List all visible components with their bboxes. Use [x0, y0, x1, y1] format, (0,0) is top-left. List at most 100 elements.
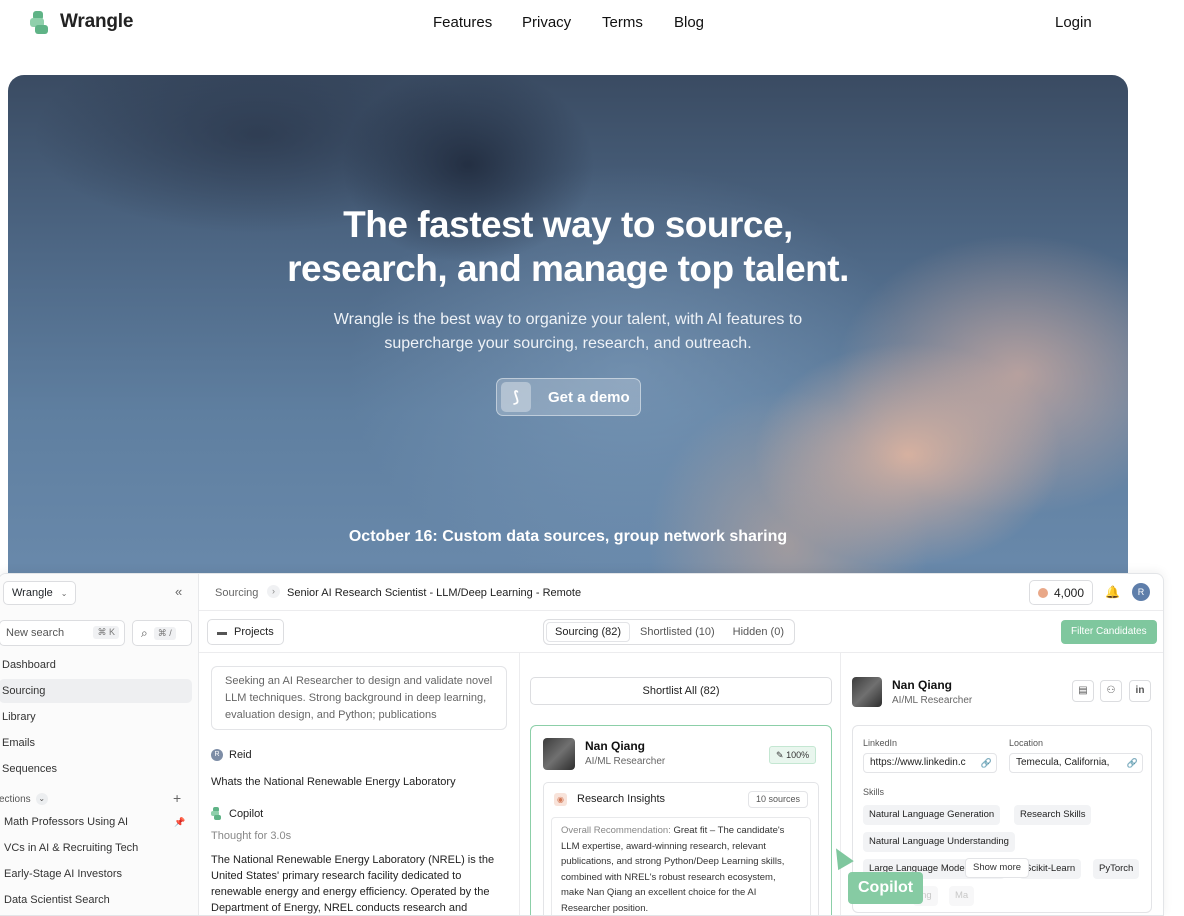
avatar[interactable]: R	[1132, 583, 1150, 601]
insights-icon: ◉	[554, 793, 567, 806]
user-name: Reid	[229, 749, 252, 761]
tab-shortlisted[interactable]: Shortlisted (10)	[632, 622, 723, 642]
collection-item[interactable]: Early-Stage AI Investors	[0, 862, 192, 886]
skill-chip: Natural Language Generation	[863, 805, 1001, 825]
linkedin-value: https://www.linkedin.c	[870, 757, 966, 768]
insights-title: Research Insights	[577, 793, 666, 805]
skill-chip: PyTorch	[1093, 859, 1140, 879]
hero-title-line-2: research, and manage top talent.	[287, 248, 849, 289]
copilot-message: The National Renewable Energy Laboratory…	[211, 854, 495, 914]
breadcrumb-sourcing[interactable]: Sourcing	[215, 587, 258, 599]
candidate-name: Nan Qiang	[585, 739, 646, 753]
get-demo-button[interactable]: ⟆ Get a demo	[496, 378, 641, 416]
projects-label: Projects	[234, 626, 274, 638]
command-search-button[interactable]: ⌕ ⌘ /	[132, 620, 192, 646]
top-nav: Wrangle Features Privacy Terms Blog Logi…	[0, 0, 1184, 46]
app-topbar: Sourcing › Senior AI Research Scientist …	[199, 574, 1163, 611]
workspace-switcher[interactable]: Wrangle ⌄	[3, 581, 77, 605]
app-preview: Wrangle ⌄ « New search ⌘ K ⌕ ⌘ / Dashboa…	[0, 573, 1164, 916]
chevron-down-icon: ⌄	[35, 793, 48, 805]
copilot-message-author: Copilot	[211, 807, 263, 820]
location-field[interactable]: Temecula, California, 🔗	[1009, 753, 1143, 773]
coin-icon	[1038, 587, 1048, 598]
brand-name: Wrangle	[60, 11, 134, 32]
credits-value: 4,000	[1054, 585, 1085, 600]
add-contact-icon[interactable]: ⚇	[1100, 680, 1122, 702]
location-value: Temecula, California,	[1016, 757, 1110, 768]
workspace-name: Wrangle	[12, 587, 53, 599]
match-score-badge: ✎ 100%	[769, 746, 817, 764]
sidebar-item-dashboard[interactable]: Dashboard	[0, 653, 192, 677]
sidebar-item-emails[interactable]: Emails	[0, 731, 192, 755]
nav-features-link[interactable]: Features	[433, 14, 492, 31]
credits-badge[interactable]: 4,000	[1029, 580, 1094, 605]
hero-title: The fastest way to source, research, and…	[8, 203, 1128, 291]
brand-logo[interactable]: Wrangle	[30, 10, 133, 34]
candidate-photo	[543, 738, 575, 770]
chevron-right-icon: ›	[267, 585, 280, 598]
nav-terms-link[interactable]: Terms	[602, 14, 643, 31]
skills-label: Skills	[863, 787, 885, 797]
bell-icon[interactable]: 🔔	[1105, 585, 1120, 599]
hero-subtitle-line-2: supercharge your sourcing, research, and…	[384, 335, 752, 352]
collection-item[interactable]: VCs in AI & Recruiting Tech	[0, 836, 192, 860]
wrangle-logo-icon: ⟆	[501, 382, 531, 412]
new-search-input[interactable]: New search ⌘ K	[0, 620, 125, 646]
add-collection-icon[interactable]: +	[173, 790, 181, 806]
tab-sourcing[interactable]: Sourcing (82)	[546, 622, 631, 642]
avatar: R	[211, 749, 223, 761]
link-icon[interactable]: 🔗	[981, 754, 992, 772]
copilot-icon	[211, 807, 223, 820]
candidate-card[interactable]: Nan Qiang AI/ML Researcher ✎ 100% ◉ Rese…	[530, 725, 832, 915]
nav-privacy-link[interactable]: Privacy	[522, 14, 571, 31]
detail-candidate-role: AI/ML Researcher	[892, 695, 973, 706]
linkedin-label: LinkedIn	[863, 738, 898, 748]
chevron-down-icon: ⌄	[60, 588, 68, 598]
search-icon: ⌕	[141, 625, 148, 640]
announcement-link[interactable]: October 16: Custom data sources, group n…	[8, 528, 1128, 546]
wand-icon: ✎	[776, 750, 784, 760]
collection-item[interactable]: Math Professors Using AI	[0, 810, 192, 834]
collapse-sidebar-icon[interactable]: «	[175, 584, 182, 599]
copilot-chat-pane: Seeking an AI Researcher to design and v…	[199, 653, 519, 915]
projects-button[interactable]: ▬ Projects	[207, 619, 284, 645]
sidebar-item-sourcing[interactable]: Sourcing	[0, 679, 192, 703]
link-icon[interactable]: 🔗	[1127, 754, 1138, 772]
thought-duration[interactable]: Thought for 3.0s	[211, 830, 291, 842]
linkedin-icon[interactable]: in	[1129, 680, 1151, 702]
sidebar-item-library[interactable]: Library	[0, 705, 192, 729]
skill-chip: Ma	[949, 886, 975, 906]
folder-icon: ▬	[217, 626, 227, 638]
collections-header[interactable]: ections ⌄	[0, 793, 189, 805]
collection-item[interactable]: Data Scientist Search	[0, 888, 192, 912]
user-message-author: R Reid	[211, 749, 252, 761]
search-query-box[interactable]: Seeking an AI Researcher to design and v…	[211, 666, 507, 730]
sidebar-item-sequences[interactable]: Sequences	[0, 757, 192, 781]
hero-title-line-1: The fastest way to source,	[343, 204, 793, 245]
match-score-value: 100%	[786, 750, 810, 760]
candidate-role: AI/ML Researcher	[585, 756, 666, 767]
show-more-button[interactable]: Show more	[965, 858, 1030, 878]
copilot-name: Copilot	[229, 807, 264, 820]
filter-candidates-button[interactable]: Filter Candidates	[1061, 620, 1157, 644]
collections-label: ections	[0, 793, 31, 805]
shortlist-all-button[interactable]: Shortlist All (82)	[530, 677, 832, 705]
search-placeholder: New search	[6, 627, 65, 639]
nav-blog-link[interactable]: Blog	[674, 14, 704, 31]
sources-badge[interactable]: 10 sources	[748, 791, 809, 808]
recommendation-text: Overall Recommendation: Great fit – The …	[551, 817, 811, 915]
candidate-list-pane: Shortlist All (82) Nan Qiang AI/ML Resea…	[519, 653, 841, 915]
command-shortcut: ⌘ /	[153, 626, 176, 640]
results-toolbar: ▬ Projects Sourcing (82) Shortlisted (10…	[199, 611, 1163, 653]
skill-chip: Research Skills	[1014, 805, 1092, 825]
hero-subtitle-line-1: Wrangle is the best way to organize your…	[333, 311, 803, 328]
wrangle-logo-icon	[30, 10, 52, 34]
notes-icon[interactable]: ▤	[1072, 680, 1094, 702]
skill-chip: Natural Language Understanding	[863, 832, 1015, 852]
recommendation-label: Overall Recommendation:	[561, 825, 671, 836]
linkedin-field[interactable]: https://www.linkedin.c 🔗	[863, 753, 997, 773]
login-link[interactable]: Login	[1055, 14, 1092, 31]
location-label: Location	[1009, 738, 1044, 748]
search-shortcut: ⌘ K	[93, 626, 119, 639]
tab-hidden[interactable]: Hidden (0)	[725, 622, 792, 642]
